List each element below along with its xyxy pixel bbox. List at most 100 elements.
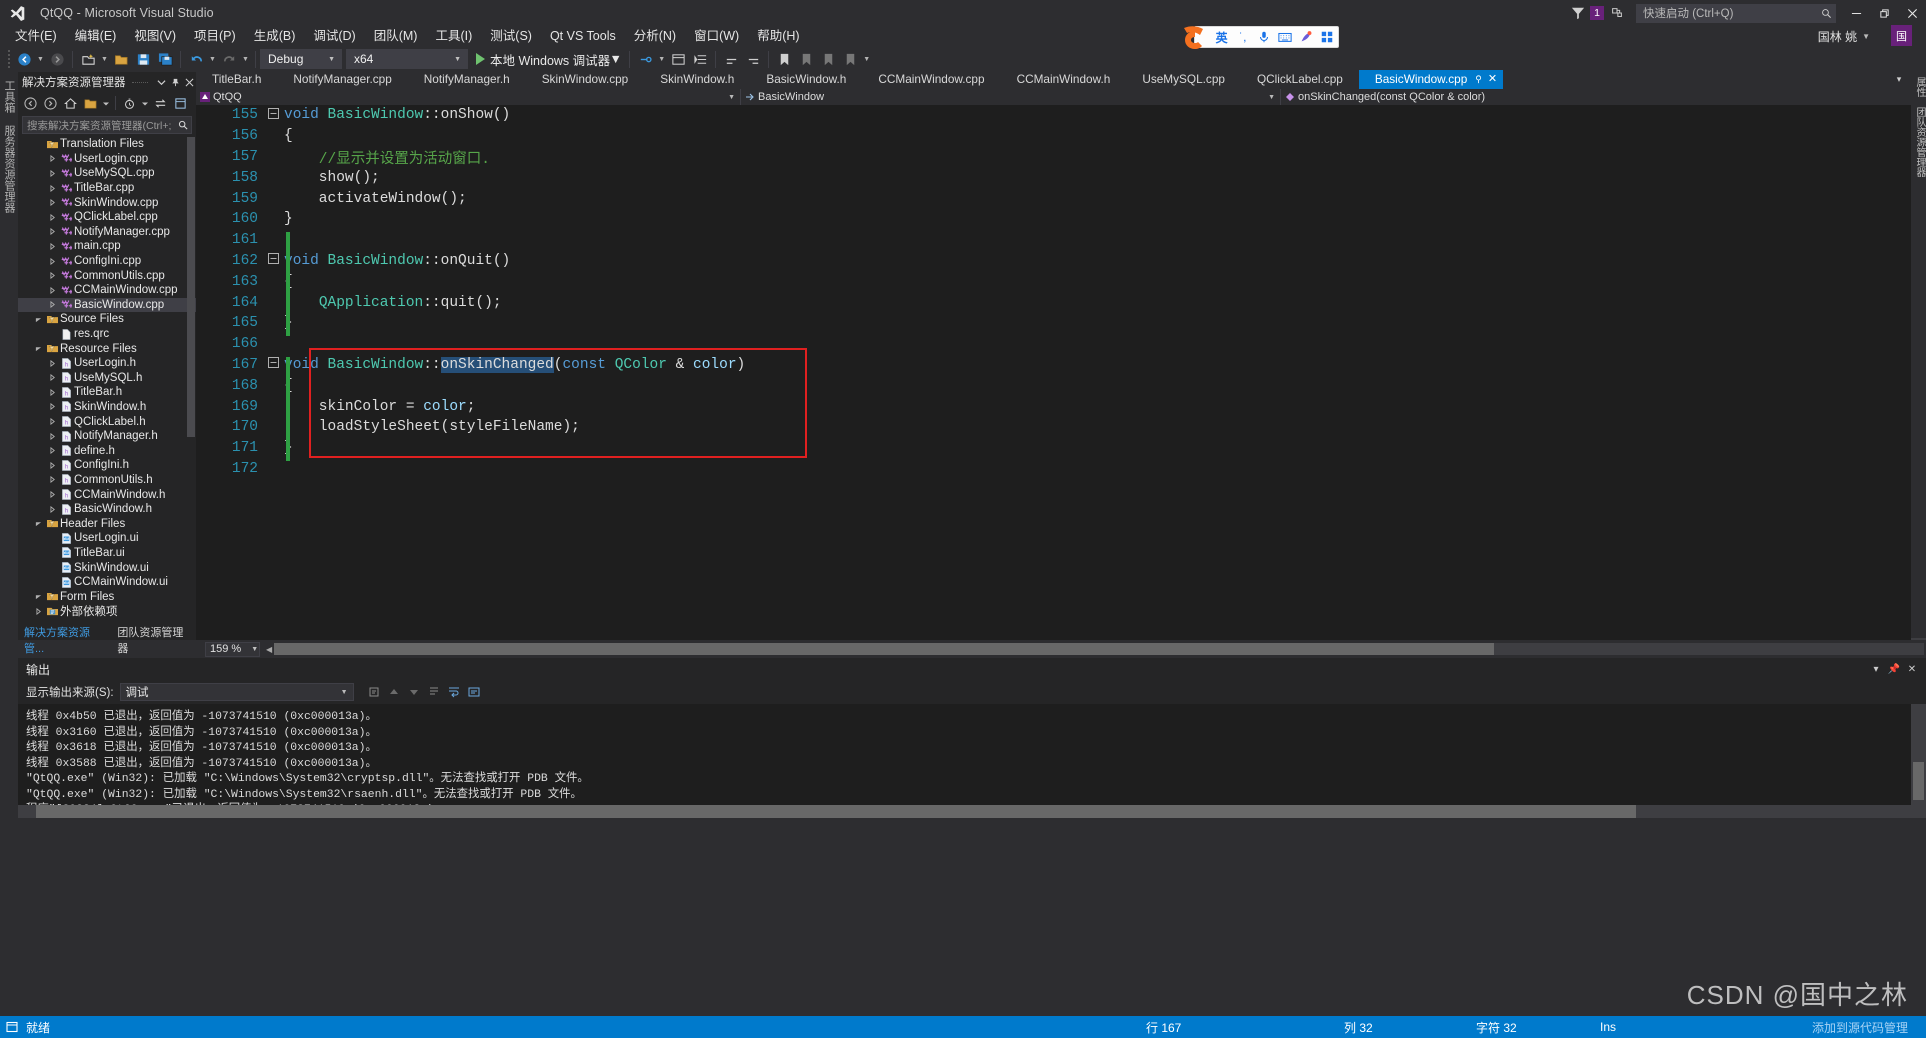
output-vertical-scrollbar[interactable] xyxy=(1911,704,1926,818)
scroll-left-icon[interactable]: ◀ xyxy=(266,645,272,654)
send-feedback-icon[interactable] xyxy=(1604,0,1630,26)
chevron-down-icon[interactable]: ▾ xyxy=(1868,664,1884,675)
pin-icon[interactable]: ⚲ xyxy=(1475,70,1482,89)
menu-item[interactable]: 工具(I) xyxy=(426,26,481,46)
notification-badge[interactable]: 1 xyxy=(1590,6,1604,20)
quick-launch-input[interactable]: 快速启动 (Ctrl+Q) xyxy=(1636,3,1836,23)
chevron-right-icon[interactable] xyxy=(46,169,58,177)
bookmark-icon[interactable] xyxy=(773,48,795,70)
chevron-down-icon[interactable] xyxy=(32,520,44,527)
solution-platform-combo[interactable]: x64 ▼ xyxy=(346,49,468,69)
chevron-right-icon[interactable] xyxy=(46,447,58,455)
ime-keyboard-icon[interactable] xyxy=(1275,26,1296,48)
tree-item[interactable]: h CommonUtils.h xyxy=(18,473,196,488)
chevron-right-icon[interactable] xyxy=(46,418,58,426)
navigate-backward-icon[interactable] xyxy=(13,48,35,70)
tree-item[interactable]: QClickLabel.cpp xyxy=(18,210,196,225)
clear-bookmarks-icon[interactable] xyxy=(839,48,861,70)
tree-item[interactable]: res.qrc xyxy=(18,327,196,342)
code-line[interactable]: 166 xyxy=(196,334,1926,355)
chevron-down-icon[interactable] xyxy=(32,345,44,352)
forward-icon[interactable] xyxy=(41,94,60,112)
comment-icon[interactable] xyxy=(720,48,742,70)
undo-icon[interactable] xyxy=(185,48,207,70)
go-to-previous-icon[interactable] xyxy=(386,684,403,701)
navbar-member-combo[interactable]: onSkinChanged(const QColor & color) xyxy=(1281,89,1926,105)
tree-item[interactable]: h SkinWindow.h xyxy=(18,400,196,415)
save-icon[interactable] xyxy=(132,48,154,70)
sync-with-active-document-icon[interactable] xyxy=(151,94,170,112)
ime-microphone-icon[interactable] xyxy=(1253,26,1274,48)
tree-item[interactable]: TitleBar.cpp xyxy=(18,181,196,196)
save-all-icon[interactable] xyxy=(154,48,176,70)
chevron-down-icon[interactable] xyxy=(32,593,44,600)
navigate-forward-icon[interactable] xyxy=(46,48,68,70)
sogou-ime-toolbar[interactable]: 英 ˙, xyxy=(1184,26,1339,49)
tree-vertical-scrollbar[interactable] xyxy=(187,137,195,643)
ime-apps-icon[interactable] xyxy=(1317,26,1338,48)
tree-item[interactable]: 外部依赖项 xyxy=(18,604,196,619)
code-line[interactable]: 160} xyxy=(196,209,1926,230)
chevron-right-icon[interactable] xyxy=(46,199,58,207)
solution-explorer-tree[interactable]: Translation Files UserLogin.cpp UseMySQL.c… xyxy=(18,137,196,643)
properties-icon[interactable] xyxy=(171,94,190,112)
avatar[interactable]: 国 xyxy=(1891,25,1912,46)
code-line[interactable]: 170 loadStyleSheet(styleFileName); xyxy=(196,417,1926,438)
next-bookmark-icon[interactable] xyxy=(817,48,839,70)
tree-item[interactable]: h ConfigIni.h xyxy=(18,458,196,473)
editor-tab[interactable]: CCMainWindow.h xyxy=(1001,70,1127,89)
navigate-backward-dropdown[interactable]: ▼ xyxy=(35,48,46,70)
editor-tab[interactable]: NotifyManager.cpp xyxy=(277,70,407,89)
menu-item[interactable]: 团队(M) xyxy=(365,26,427,46)
dock-tab[interactable]: 属性 xyxy=(1911,72,1926,102)
undo-dropdown[interactable]: ▼ xyxy=(207,48,218,70)
toolbar-grip[interactable] xyxy=(4,50,13,68)
tree-item[interactable]: h QClickLabel.h xyxy=(18,414,196,429)
tree-item[interactable]: UserLogin.cpp xyxy=(18,152,196,167)
editor-tab[interactable]: SkinWindow.h xyxy=(644,70,750,89)
tree-item[interactable]: UseMySQL.cpp xyxy=(18,166,196,181)
show-output-from-icon[interactable] xyxy=(466,684,483,701)
start-debugging-button[interactable]: 本地 Windows 调试器 ▼ xyxy=(472,48,625,70)
redo-icon[interactable] xyxy=(218,48,240,70)
scroll-thumb[interactable] xyxy=(36,805,1636,818)
menu-item[interactable]: 测试(S) xyxy=(481,26,541,46)
code-line[interactable]: 156 { xyxy=(196,126,1926,147)
chevron-down-icon[interactable] xyxy=(154,74,168,90)
code-line[interactable]: 167 void BasicWindow::onSkinChanged(const… xyxy=(196,355,1926,376)
redo-dropdown[interactable]: ▼ xyxy=(240,48,251,70)
restore-button[interactable] xyxy=(1870,0,1898,26)
account-name[interactable]: 国林 姚 ▼ xyxy=(1818,26,1870,46)
menu-item[interactable]: 分析(N) xyxy=(625,26,685,46)
indent-icon[interactable] xyxy=(689,48,711,70)
editor-horizontal-scrollbar[interactable] xyxy=(274,643,1924,655)
code-line[interactable]: 161 xyxy=(196,230,1926,251)
tree-item[interactable]: h UserLogin.h xyxy=(18,356,196,371)
chevron-right-icon[interactable] xyxy=(46,374,58,382)
chevron-right-icon[interactable] xyxy=(46,184,58,192)
chevron-down-icon[interactable]: ▾ xyxy=(1892,74,1906,85)
tree-item[interactable]: h NotifyManager.h xyxy=(18,429,196,444)
new-project-dropdown[interactable]: ▼ xyxy=(99,48,110,70)
tree-item[interactable]: SkinWindow.ui xyxy=(18,560,196,575)
uncomment-icon[interactable] xyxy=(742,48,764,70)
chevron-right-icon[interactable] xyxy=(46,505,58,513)
editor-tab[interactable]: TitleBar.h xyxy=(196,70,277,89)
pin-icon[interactable]: 📌 xyxy=(1886,664,1902,675)
tree-item[interactable]: Translation Files xyxy=(18,137,196,152)
navbar-project-combo[interactable]: QtQQ ▼ xyxy=(196,89,741,105)
code-line[interactable]: 165} xyxy=(196,313,1926,334)
close-icon[interactable] xyxy=(182,74,196,90)
menu-item[interactable]: 帮助(H) xyxy=(748,26,808,46)
collapse-region-icon[interactable] xyxy=(262,253,284,268)
chevron-right-icon[interactable] xyxy=(46,213,58,221)
menu-item[interactable]: 窗口(W) xyxy=(685,26,748,46)
tree-item[interactable]: h define.h xyxy=(18,443,196,458)
scroll-thumb[interactable] xyxy=(274,643,1495,655)
tree-item[interactable]: BasicWindow.cpp xyxy=(18,297,196,313)
code-line[interactable]: 157 //显示并设置为活动窗口. xyxy=(196,147,1926,168)
attach-process-icon[interactable] xyxy=(634,48,656,70)
menu-item[interactable]: 生成(B) xyxy=(245,26,305,46)
menu-item[interactable]: 文件(E) xyxy=(6,26,66,46)
tree-item[interactable]: Resource Files xyxy=(18,341,196,356)
